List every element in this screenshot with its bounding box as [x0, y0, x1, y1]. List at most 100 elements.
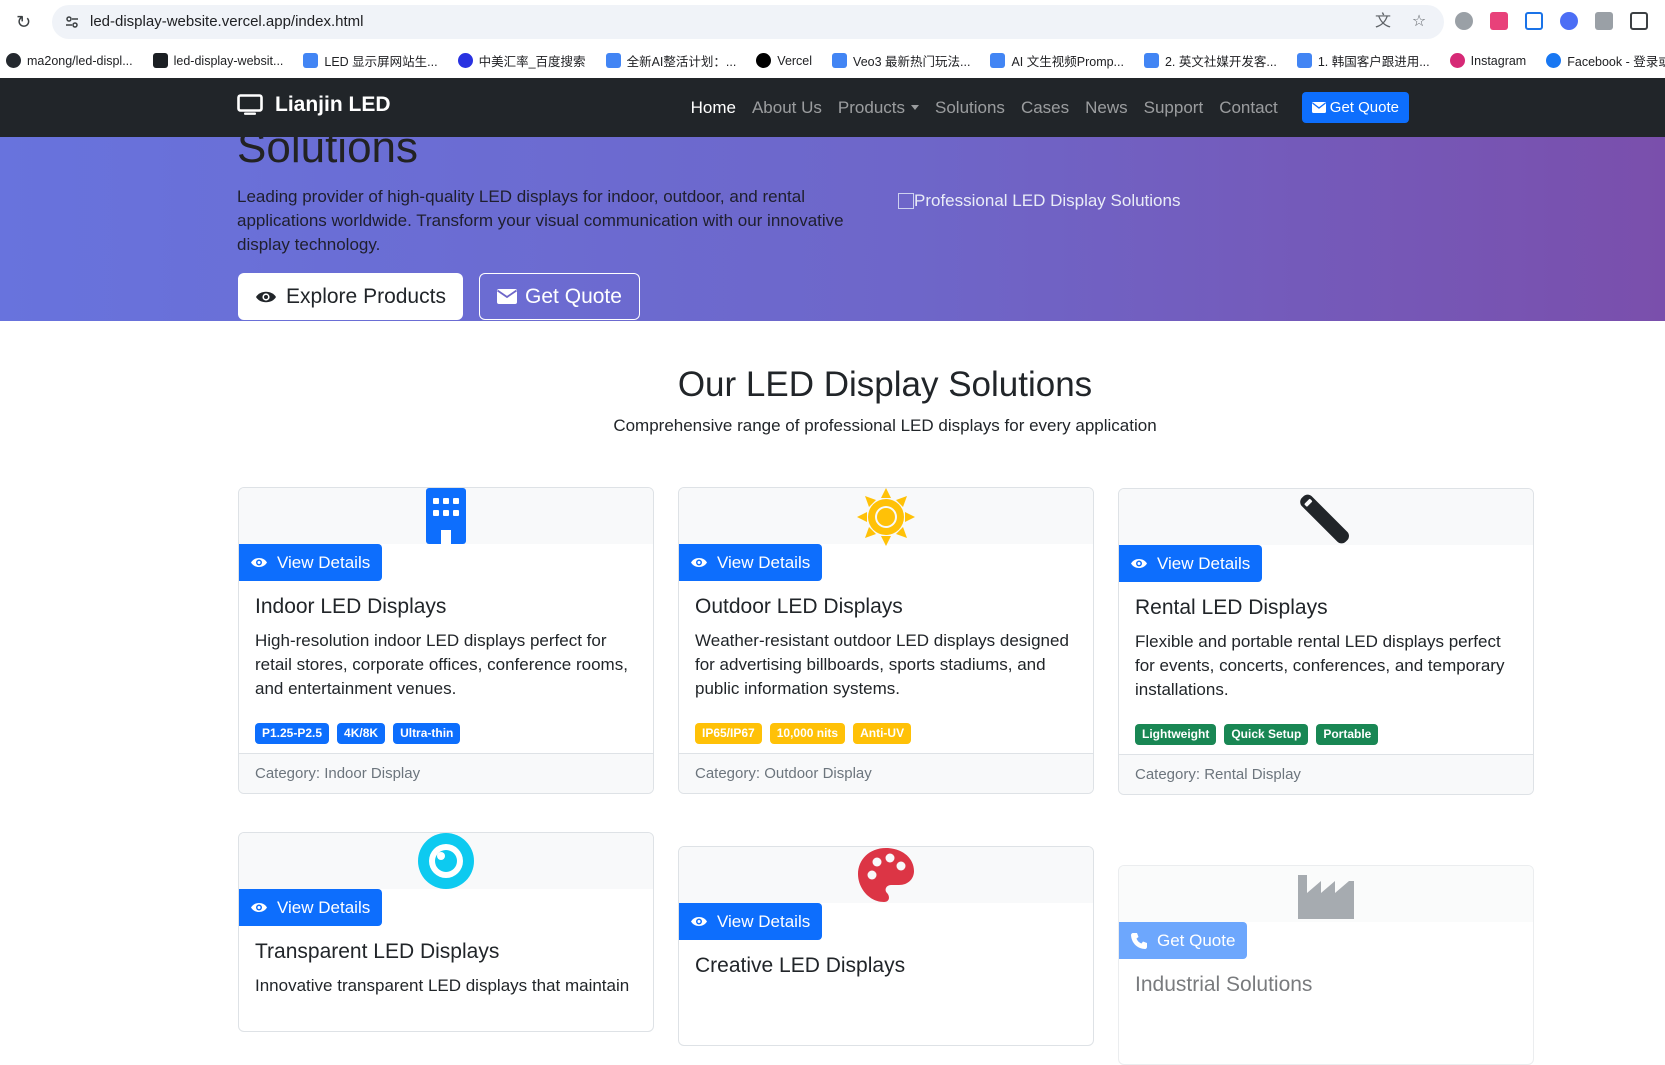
- view-details-button[interactable]: View Details: [239, 889, 383, 926]
- bookmark-label: ma2ong/led-displ...: [27, 53, 133, 68]
- product-card-creative: View Details Creative LED Displays: [678, 846, 1094, 1046]
- spec-badge: P1.25-P2.5: [255, 723, 330, 744]
- bookmark-item[interactable]: ma2ong/led-displ...: [6, 53, 133, 68]
- eye-icon: [256, 291, 277, 302]
- hero-image: Professional LED Display Solutions: [898, 191, 1180, 211]
- view-details-button[interactable]: View Details: [679, 903, 823, 940]
- extension-icon[interactable]: [1525, 12, 1543, 30]
- product-card-indoor: View Details Indoor LED Displays High-re…: [238, 487, 654, 794]
- nav-get-quote-button[interactable]: Get Quote: [1301, 92, 1409, 123]
- section-subtitle: Comprehensive range of professional LED …: [613, 416, 1157, 435]
- bookmark-item[interactable]: 2. 英文社媒开发客...: [1143, 51, 1277, 70]
- nav-cases[interactable]: Cases: [1021, 98, 1069, 118]
- chevron-down-icon: [911, 104, 919, 110]
- address-bar[interactable]: led-display-website.vercel.app/index.htm…: [52, 5, 1444, 39]
- extensions-puzzle-icon[interactable]: [1630, 12, 1648, 30]
- bookmark-item[interactable]: 全新AI整活计划：...: [605, 51, 736, 70]
- bookmark-star-icon[interactable]: ☆: [1410, 13, 1428, 31]
- eye-icon: [691, 917, 707, 926]
- envelope-icon: [1311, 102, 1326, 113]
- tool-icon: [1300, 494, 1349, 544]
- card-text: Weather-resistant outdoor LED displays d…: [695, 631, 1069, 698]
- spec-badge: IP65/IP67: [695, 723, 762, 744]
- instagram-icon: [1449, 53, 1465, 68]
- translate-icon[interactable]: 文: [1374, 13, 1392, 31]
- bookmark-item[interactable]: led-display-websit...: [152, 53, 283, 68]
- view-details-button[interactable]: View Details: [239, 544, 383, 581]
- card-footer: Category: Indoor Display: [239, 753, 653, 793]
- nav-products-label: Products: [837, 97, 905, 117]
- nav-products[interactable]: Products: [838, 98, 919, 118]
- card-footer: Category: Outdoor Display: [679, 753, 1093, 793]
- view-details-button[interactable]: View Details: [1119, 545, 1263, 582]
- bookmark-label: 1. 韩国客户跟进用...: [1317, 55, 1430, 69]
- spec-badge: 10,000 nits: [769, 723, 846, 744]
- site-info-icon[interactable]: [64, 14, 80, 30]
- hero-image-alt: Professional LED Display Solutions: [914, 191, 1181, 210]
- nav-support[interactable]: Support: [1144, 98, 1204, 118]
- doc-icon: [990, 53, 1006, 68]
- hero-section: Solutions Leading provider of high-quali…: [0, 137, 1665, 321]
- bookmark-label: 中美汇率_百度搜索: [478, 55, 586, 69]
- doc-icon: [303, 53, 319, 68]
- building-icon: [426, 488, 466, 544]
- product-card-industrial: Get Quote Industrial Solutions: [1118, 865, 1534, 1065]
- phone-icon: [1131, 932, 1147, 949]
- bookmark-label: Facebook - 登录或...: [1567, 55, 1665, 69]
- card-text: Innovative transparent LED displays that…: [255, 976, 630, 995]
- bookmark-item[interactable]: Veo3 最新热门玩法...: [832, 51, 970, 70]
- nav-contact[interactable]: Contact: [1219, 98, 1278, 118]
- eye-icon: [251, 903, 267, 912]
- hero-title: Solutions: [237, 137, 419, 172]
- nav-news[interactable]: News: [1085, 98, 1128, 118]
- extension-icon[interactable]: [1490, 12, 1508, 30]
- nav-home[interactable]: Home: [691, 98, 736, 118]
- view-details-label: View Details: [1157, 553, 1251, 573]
- extension-icon[interactable]: [1560, 12, 1578, 30]
- extension-icon[interactable]: [1455, 12, 1473, 30]
- url-text[interactable]: led-display-website.vercel.app/index.htm…: [90, 5, 363, 39]
- bookmark-item[interactable]: 中美汇率_百度搜索: [457, 51, 586, 70]
- bookmarks-bar: ma2ong/led-displ... led-display-websit...…: [0, 44, 1665, 77]
- nav-about[interactable]: About Us: [752, 98, 822, 118]
- explore-products-button[interactable]: Explore Products: [238, 273, 463, 320]
- bookmark-label: LED 显示屏网站生...: [324, 55, 438, 69]
- github-icon: [6, 53, 21, 68]
- sun-icon: [857, 488, 915, 546]
- brand-name: Lianjin LED: [275, 93, 391, 116]
- view-details-button[interactable]: View Details: [679, 544, 823, 581]
- monitor-icon: [237, 94, 263, 115]
- eye-icon: [251, 558, 267, 567]
- bookmark-label: AI 文生视频Promp...: [1011, 55, 1124, 69]
- spec-badge: 4K/8K: [337, 723, 386, 744]
- hero-get-quote-label: Get Quote: [525, 284, 622, 308]
- card-title: Rental LED Displays: [1135, 596, 1328, 619]
- card-title: Indoor LED Displays: [255, 595, 447, 618]
- view-details-label: View Details: [277, 897, 371, 917]
- card-title: Transparent LED Displays: [255, 940, 500, 963]
- eye-icon: [691, 558, 707, 567]
- nav-solutions[interactable]: Solutions: [935, 98, 1005, 118]
- doc-icon: [832, 53, 848, 68]
- product-card-outdoor: View Details Outdoor LED Displays Weathe…: [678, 487, 1094, 794]
- bookmark-item[interactable]: Instagram: [1449, 53, 1526, 68]
- bookmark-item[interactable]: Vercel: [756, 53, 812, 68]
- vercel-icon: [756, 53, 772, 68]
- reload-icon[interactable]: ↻: [16, 12, 36, 32]
- spec-badge: Ultra-thin: [393, 723, 461, 744]
- envelope-icon: [497, 289, 518, 304]
- brand[interactable]: Lianjin LED: [237, 93, 391, 117]
- broken-image-icon: [898, 193, 914, 209]
- bookmark-item[interactable]: AI 文生视频Promp...: [990, 51, 1124, 70]
- bookmark-item[interactable]: LED 显示屏网站生...: [303, 51, 438, 70]
- hero-get-quote-button[interactable]: Get Quote: [479, 273, 640, 320]
- card-title: Industrial Solutions: [1135, 973, 1313, 996]
- spec-badge: Lightweight: [1135, 724, 1217, 745]
- hero-text: Leading provider of high-quality LED dis…: [237, 187, 844, 254]
- camera-icon[interactable]: [1595, 12, 1613, 30]
- bookmark-item[interactable]: Facebook - 登录或...: [1546, 51, 1665, 70]
- card-text: High-resolution indoor LED displays perf…: [255, 631, 628, 698]
- nav-links: Home About Us Products Solutions Cases N…: [675, 78, 1409, 137]
- bookmark-item[interactable]: 1. 韩国客户跟进用...: [1296, 51, 1430, 70]
- get-quote-button[interactable]: Get Quote: [1119, 922, 1248, 959]
